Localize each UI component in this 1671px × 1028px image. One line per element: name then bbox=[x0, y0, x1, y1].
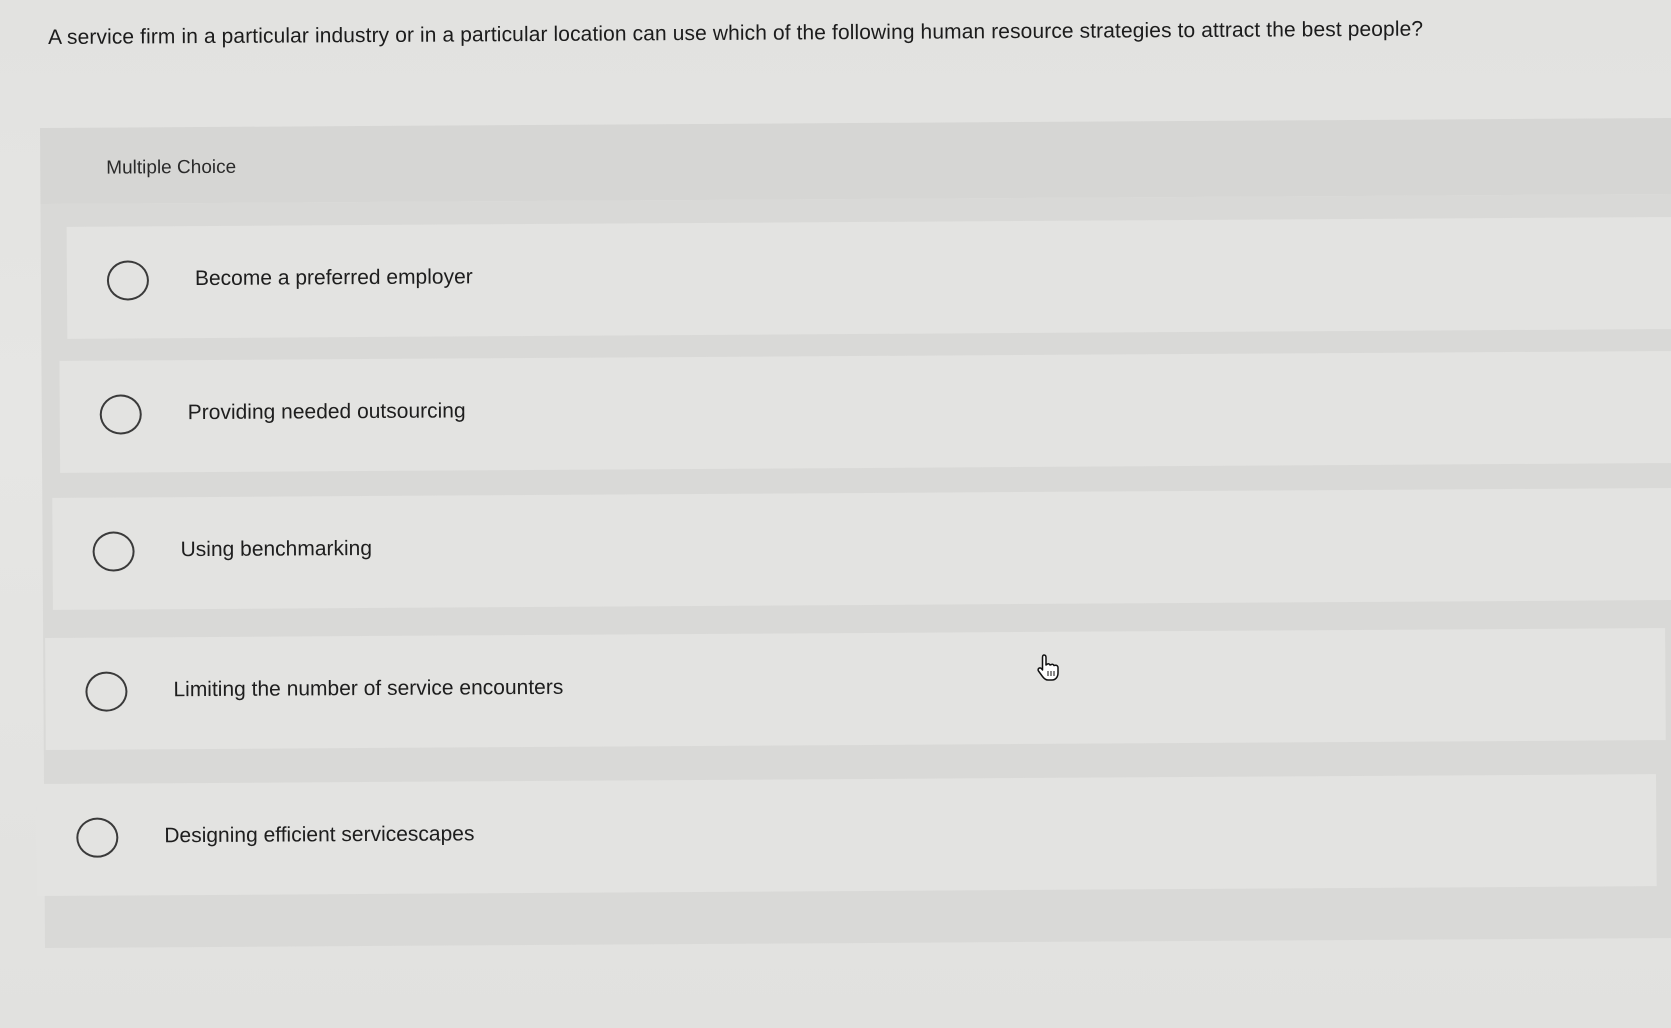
multiple-choice-label: Multiple Choice bbox=[106, 156, 237, 179]
option-designing-efficient-servicescapes[interactable]: Designing efficient servicescapes bbox=[36, 774, 1657, 897]
option-become-preferred-employer[interactable]: Become a preferred employer bbox=[66, 216, 1671, 339]
multiple-choice-header: Multiple Choice bbox=[40, 118, 1671, 204]
hand-pointer-icon bbox=[1037, 654, 1059, 681]
option-label[interactable]: Using benchmarking bbox=[181, 537, 373, 562]
option-radio-button[interactable] bbox=[85, 671, 128, 712]
quiz-page: A service firm in a particular industry … bbox=[0, 0, 1671, 1028]
option-label[interactable]: Designing efficient servicescapes bbox=[164, 822, 474, 848]
option-radio-button[interactable] bbox=[99, 394, 142, 435]
option-radio-button[interactable] bbox=[92, 531, 135, 572]
option-radio-button[interactable] bbox=[76, 817, 119, 858]
question-text: A service firm in a particular industry … bbox=[48, 17, 1424, 49]
option-radio-button[interactable] bbox=[106, 260, 150, 301]
multiple-choice-panel: Multiple Choice Become a preferred emplo… bbox=[36, 118, 1671, 948]
option-providing-needed-outsourcing[interactable]: Providing needed outsourcing bbox=[59, 350, 1671, 473]
option-label[interactable]: Become a preferred employer bbox=[195, 265, 473, 291]
option-limiting-service-encounters[interactable]: Limiting the number of service encounter… bbox=[45, 628, 1666, 750]
option-using-benchmarking[interactable]: Using benchmarking bbox=[52, 488, 1671, 610]
options-list: Become a preferred employer Providing ne… bbox=[36, 194, 1671, 948]
option-label[interactable]: Providing needed outsourcing bbox=[188, 399, 466, 425]
option-label[interactable]: Limiting the number of service encounter… bbox=[173, 676, 563, 702]
